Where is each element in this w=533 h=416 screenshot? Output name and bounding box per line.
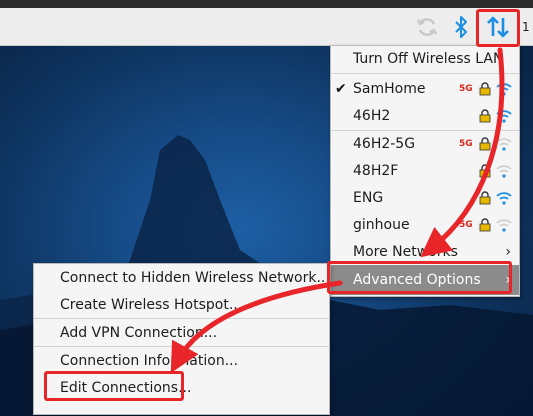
network-item-46h2[interactable]: 46H2 [331,102,519,129]
annotation-box-edit-connections [44,371,184,401]
band-5g-badge: 5G [459,219,473,230]
menu-item-label: Connect to Hidden Wireless Network... [60,269,330,286]
network-item-eng[interactable]: ENG [331,184,519,211]
annotation-box-advanced-options [327,261,512,294]
clock-partial[interactable]: 1 [522,8,533,45]
band-5g-badge: 5G [459,83,473,94]
network-name: ginhoue [353,216,410,233]
network-item-48h2f[interactable]: 48H2F [331,157,519,184]
lock-icon [479,190,491,204]
menu-item-label: Connection Information... [60,352,239,369]
network-name: SamHome [353,80,426,97]
wifi-icon [496,82,512,96]
menu-item-create-hotspot[interactable]: Create Wireless Hotspot... [34,291,329,318]
network-menu: Turn Off Wireless LAN ✔ SamHome 5G 46H2 … [330,45,520,297]
checkmark-icon: ✔ [335,80,347,97]
wifi-icon [496,218,512,232]
wifi-icon [496,191,512,205]
lock-icon [479,108,491,122]
menu-item-turn-off-wlan[interactable]: Turn Off Wireless LAN [331,46,519,71]
taskbar: 1 [0,8,533,46]
network-name: 46H2 [353,107,391,124]
wifi-icon [496,137,512,151]
menu-item-connect-hidden[interactable]: Connect to Hidden Wireless Network... [34,264,330,291]
bluetooth-icon[interactable] [450,8,472,45]
lock-icon [479,163,491,177]
menu-item-label: More Networks [353,243,458,260]
band-5g-badge: 5G [459,138,473,149]
menu-separator [331,73,519,74]
network-name: 48H2F [353,162,399,179]
network-name: ENG [353,189,384,206]
network-item-samhome[interactable]: ✔ SamHome 5G [331,75,519,102]
chevron-right-icon: › [505,243,511,260]
network-item-46h2-5g[interactable]: 46H2-5G 5G [331,130,519,157]
sync-icon[interactable] [410,8,444,45]
menu-item-connection-info[interactable]: Connection Information... [34,347,329,374]
annotation-box-network-icon [476,9,520,47]
network-item-ginhoue[interactable]: ginhoue 5G [331,211,519,238]
menu-item-add-vpn[interactable]: Add VPN Connection... [34,319,329,346]
window-top-edge [0,0,533,8]
menu-item-label: Add VPN Connection... [60,324,218,341]
wifi-icon [496,109,512,123]
network-name: 46H2-5G [353,135,416,152]
wifi-icon [496,164,512,178]
lock-icon [479,217,491,231]
lock-icon [479,81,491,95]
menu-item-label: Turn Off Wireless LAN [353,50,504,67]
lock-icon [479,136,491,150]
menu-item-label: Create Wireless Hotspot... [60,296,243,313]
